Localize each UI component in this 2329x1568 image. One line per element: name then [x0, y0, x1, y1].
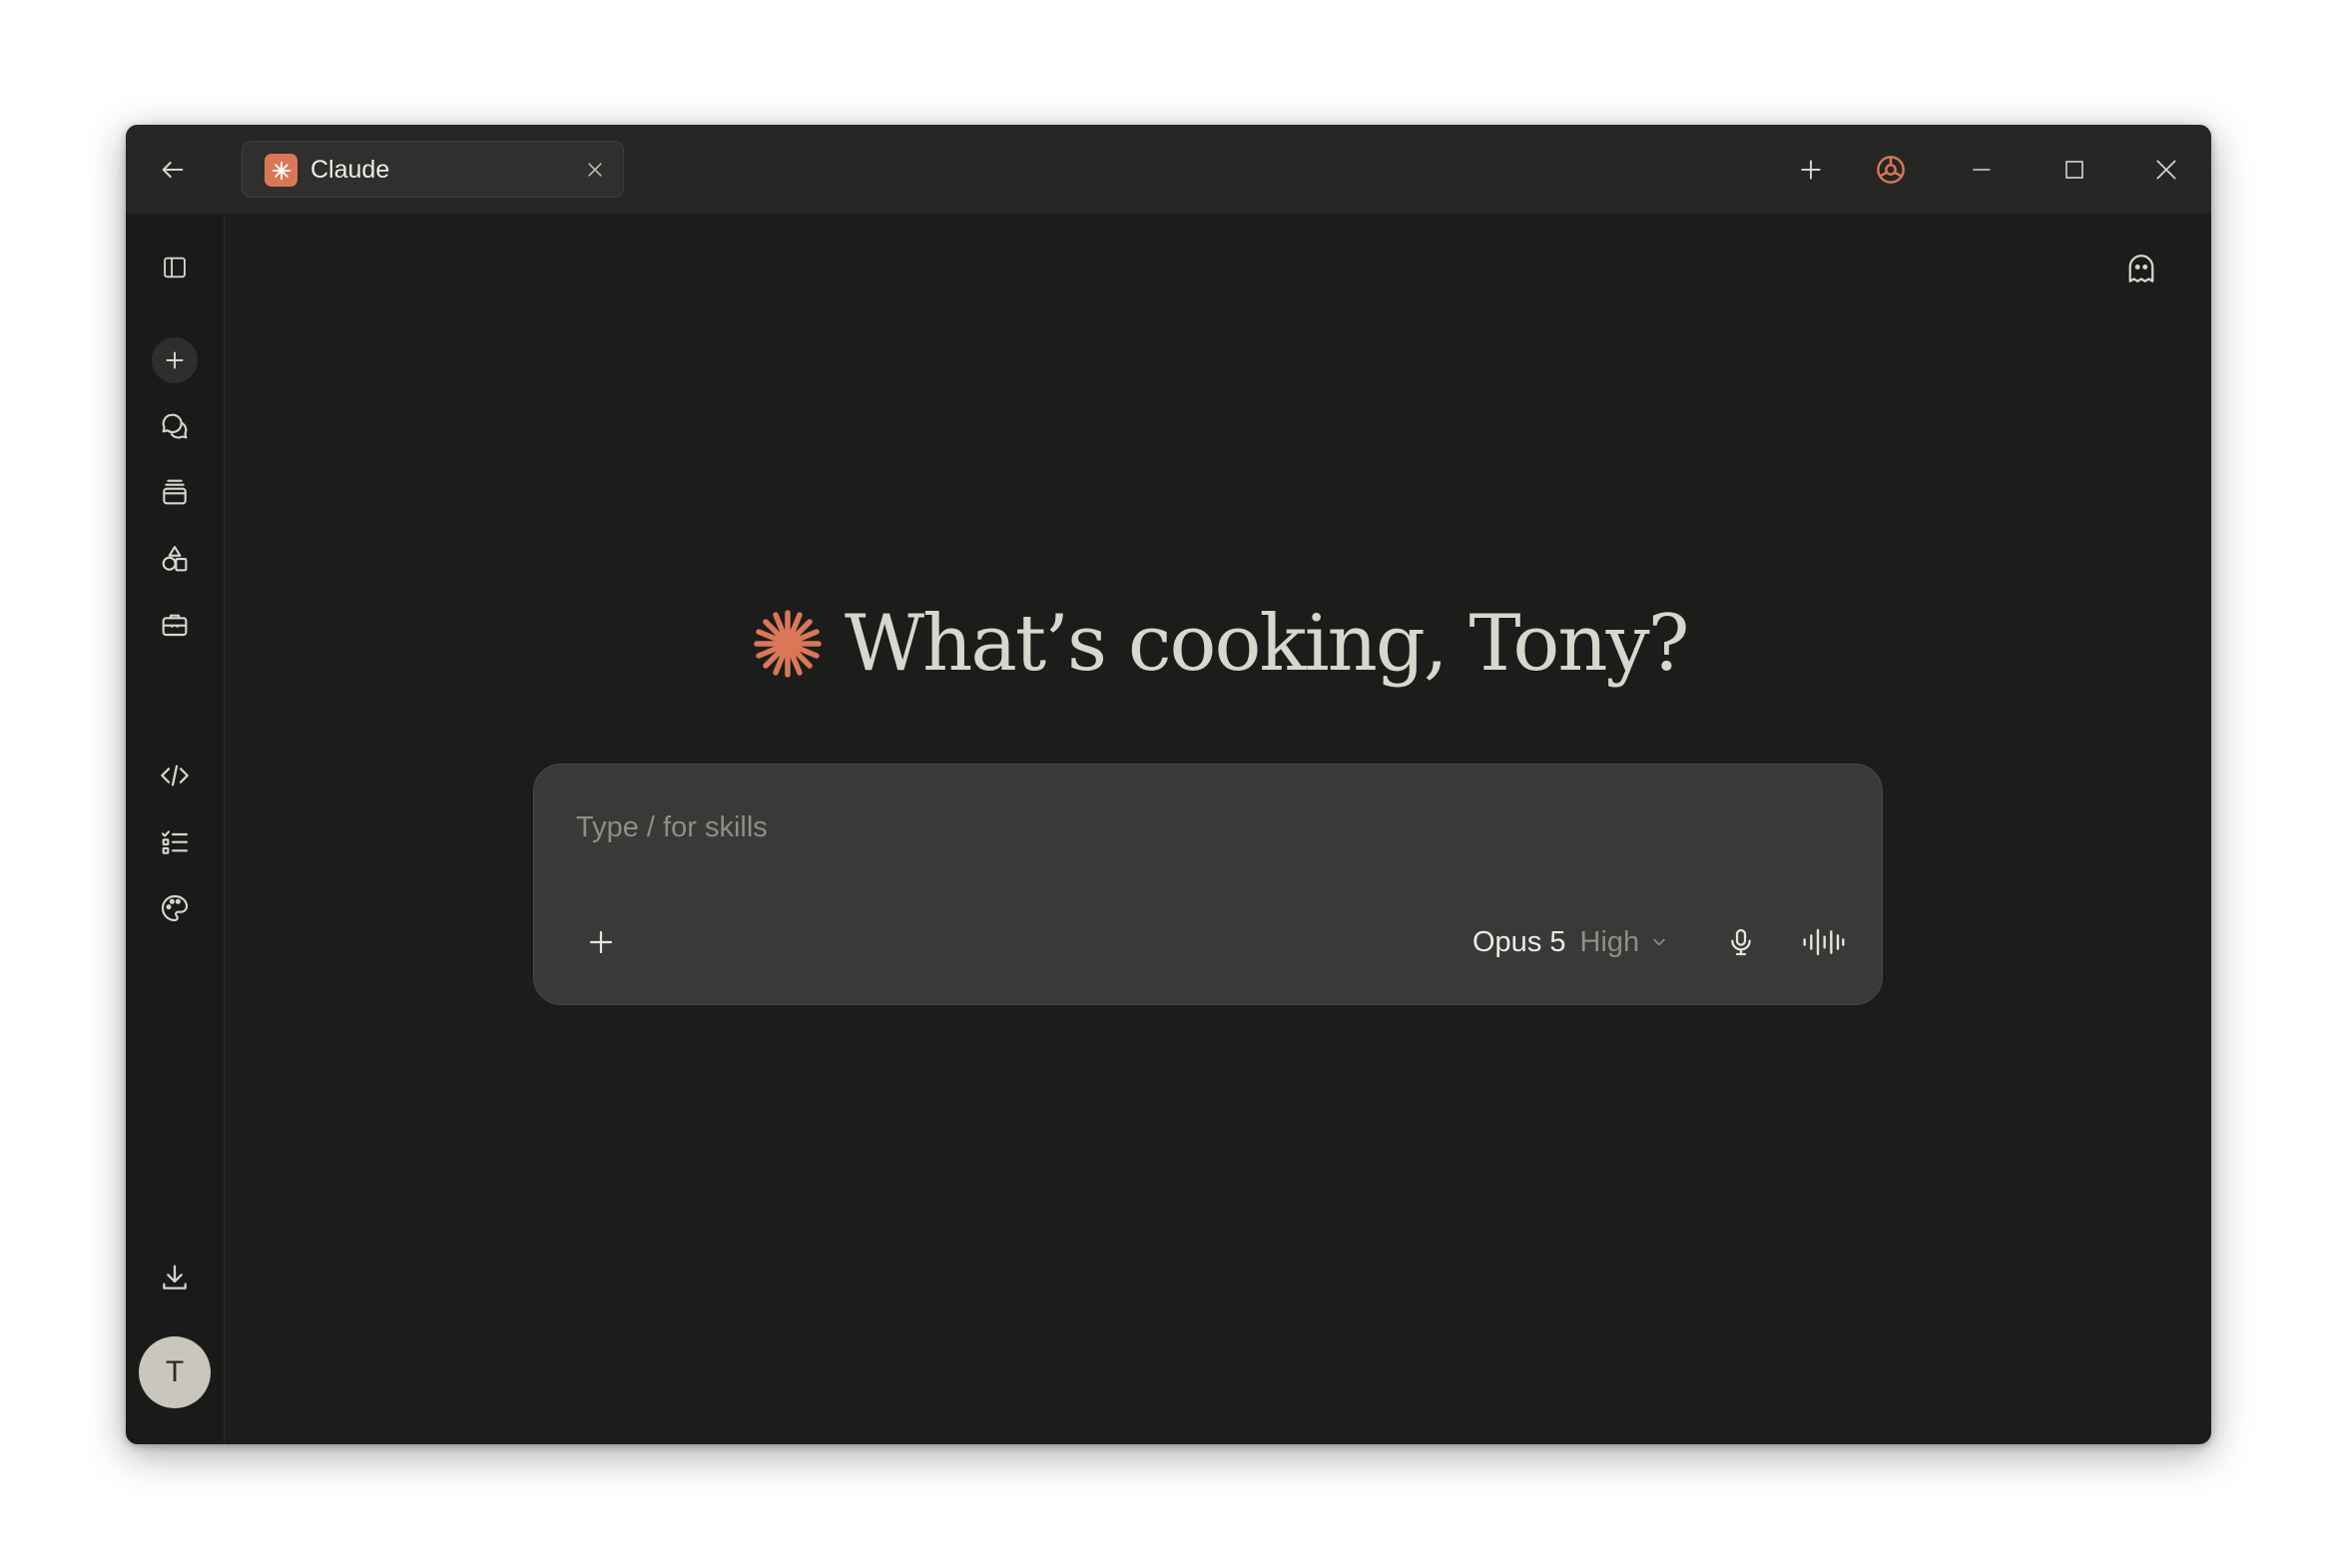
tab-close-button[interactable] [581, 156, 609, 184]
extension-button[interactable] [1868, 147, 1914, 193]
plus-icon [166, 351, 184, 369]
sidebar-item-chats[interactable] [152, 403, 198, 449]
user-avatar[interactable]: T [139, 1336, 211, 1408]
greeting-text: What’s cooking, Tony? [845, 599, 1689, 689]
dictation-button[interactable] [1718, 919, 1764, 965]
sidebar-item-tasks[interactable] [152, 819, 198, 865]
back-button[interactable] [150, 147, 196, 193]
artifacts-icon [162, 545, 188, 572]
model-name: Opus 5 [1472, 925, 1566, 958]
new-tab-icon [1801, 160, 1821, 180]
voice-waveform-icon [1803, 928, 1845, 956]
palette-icon [161, 894, 189, 922]
back-arrow-icon [162, 161, 184, 179]
claude-favicon [265, 154, 297, 187]
sidebar-item-toolkit[interactable] [152, 602, 198, 648]
greeting: What’s cooking, Tony? [753, 589, 1689, 699]
maximize-button[interactable] [2051, 147, 2097, 193]
minimize-icon [1973, 169, 1991, 171]
close-tab-icon [588, 163, 602, 177]
sidebar-toggle-icon [164, 257, 186, 278]
sidebar-item-code[interactable] [152, 753, 198, 798]
sidebar-item-artifacts[interactable] [152, 536, 198, 582]
download-button[interactable] [152, 1255, 198, 1301]
avatar-initial: T [165, 1355, 185, 1388]
prompt-input[interactable] [574, 804, 1776, 850]
microphone-icon [1731, 928, 1751, 956]
extension-icon [1877, 156, 1905, 184]
model-effort: High [1579, 925, 1640, 958]
attach-button[interactable] [578, 919, 624, 965]
download-icon [163, 1265, 187, 1290]
tab-title: Claude [310, 156, 390, 184]
close-window-button[interactable] [2143, 147, 2189, 193]
close-window-icon [2156, 160, 2176, 180]
code-icon [161, 765, 189, 786]
incognito-button[interactable] [2117, 245, 2165, 292]
attach-plus-icon [589, 930, 613, 954]
sidebar-item-design[interactable] [152, 885, 198, 931]
composer: Opus 5 High [533, 764, 1883, 1005]
model-selector[interactable]: Opus 5 High [1472, 922, 1669, 962]
sidebar-toggle-button[interactable] [152, 245, 198, 290]
new-chat-button[interactable] [152, 337, 198, 383]
minimize-button[interactable] [1959, 147, 2005, 193]
app-window: Claude T What’s cooking, Tony? Type / fo… [126, 125, 2211, 1444]
ghost-icon [2128, 255, 2154, 282]
title-bar: Claude [126, 125, 2211, 214]
sidebar-item-projects[interactable] [152, 469, 198, 515]
sidebar: T [126, 214, 225, 1444]
claude-spark-icon [272, 161, 291, 180]
new-tab-button[interactable] [1788, 147, 1834, 193]
voice-mode-button[interactable] [1797, 919, 1851, 965]
chevron-down-icon [1649, 932, 1669, 952]
projects-icon [163, 479, 187, 505]
briefcase-icon [162, 614, 188, 637]
maximize-icon [2065, 161, 2083, 179]
claude-spark-icon [754, 610, 822, 678]
chats-icon [162, 413, 188, 439]
browser-tab[interactable]: Claude [242, 141, 624, 198]
tasks-icon [161, 830, 189, 854]
